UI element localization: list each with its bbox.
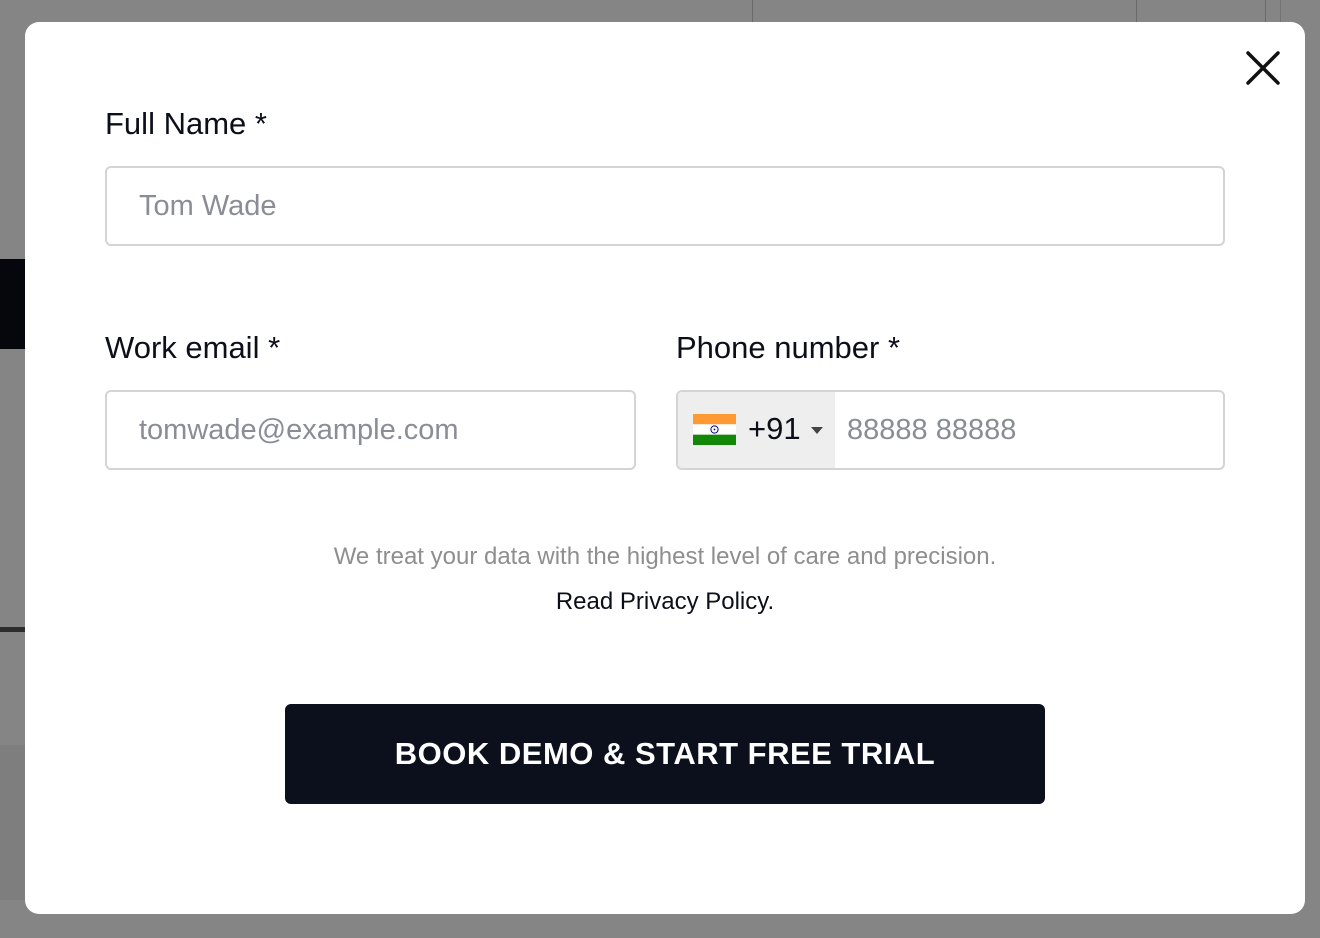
dial-code: +91 <box>748 411 801 446</box>
phone-number-field: +91 <box>676 390 1225 470</box>
full-name-input[interactable] <box>105 166 1225 246</box>
privacy-policy-link[interactable]: Read Privacy Policy. <box>556 588 774 615</box>
full-name-label: Full Name * <box>105 106 267 141</box>
country-code-select[interactable]: +91 <box>678 392 835 468</box>
work-email-input[interactable] <box>105 390 636 470</box>
book-demo-button[interactable]: BOOK DEMO & START FREE TRIAL <box>285 704 1045 804</box>
phone-number-label: Phone number * <box>676 330 901 365</box>
work-email-label: Work email * <box>105 330 281 365</box>
close-icon <box>1246 51 1280 85</box>
close-button[interactable] <box>1243 48 1283 88</box>
india-flag-icon <box>693 414 736 445</box>
phone-number-input[interactable] <box>835 392 1223 468</box>
privacy-text: We treat your data with the highest leve… <box>333 543 997 570</box>
caret-down-icon <box>811 427 823 434</box>
demo-signup-modal: Full Name * Work email * Phone number * … <box>25 22 1305 914</box>
privacy-notice: We treat your data with the highest leve… <box>305 534 1025 624</box>
